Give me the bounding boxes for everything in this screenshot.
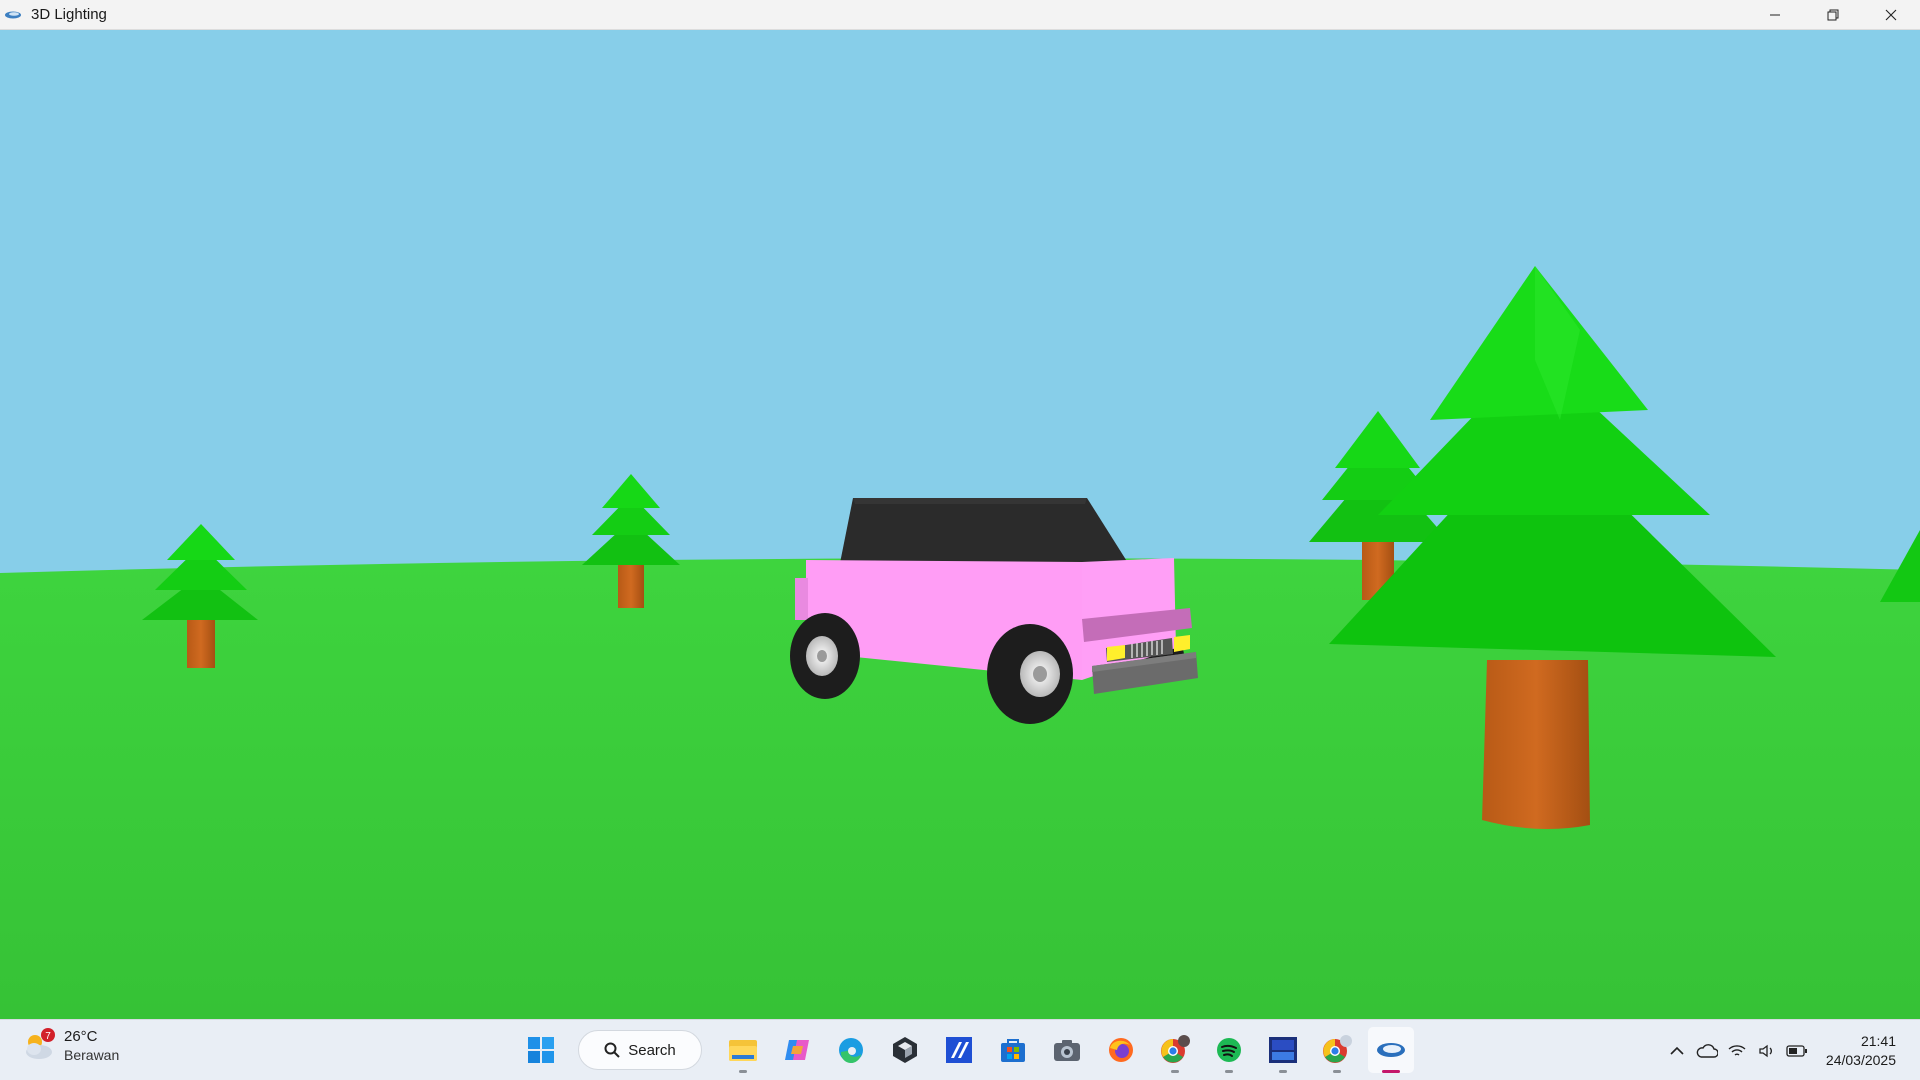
file-explorer-icon bbox=[729, 1040, 757, 1061]
firefox-icon bbox=[1109, 1038, 1133, 1062]
show-hidden-icons-button[interactable] bbox=[1664, 1038, 1690, 1064]
taskbar-devcpp[interactable] bbox=[1260, 1027, 1306, 1073]
taskbar-unity[interactable] bbox=[882, 1027, 928, 1073]
edge-icon bbox=[839, 1038, 863, 1064]
minimize-button[interactable] bbox=[1746, 0, 1804, 29]
search-label: Search bbox=[628, 1041, 676, 1059]
close-button[interactable] bbox=[1862, 0, 1920, 29]
taskbar-spotify[interactable] bbox=[1206, 1027, 1252, 1073]
taskbar-edge[interactable] bbox=[828, 1027, 874, 1073]
clock-time: 21:41 bbox=[1860, 1032, 1896, 1049]
taskbar-microsoft-store[interactable] bbox=[990, 1027, 1036, 1073]
taskbar-firefox[interactable] bbox=[1098, 1027, 1144, 1073]
restore-button[interactable] bbox=[1804, 0, 1862, 29]
chrome-profile-k-icon bbox=[1161, 1035, 1190, 1063]
weather-temperature: 26°C bbox=[64, 1028, 98, 1045]
taskbar-search[interactable]: Search bbox=[578, 1030, 702, 1070]
speaker-icon bbox=[1759, 1044, 1772, 1057]
copilot-icon bbox=[785, 1040, 809, 1060]
wifi-icon bbox=[1728, 1044, 1746, 1056]
taskbar-copilot[interactable] bbox=[774, 1027, 820, 1073]
window-title: 3D Lighting bbox=[31, 6, 107, 23]
taskbar-visual-studio[interactable] bbox=[936, 1027, 982, 1073]
scene-canvas bbox=[0, 30, 1920, 1019]
search-icon bbox=[604, 1042, 620, 1058]
opengl-app-icon bbox=[1377, 1043, 1405, 1057]
onedrive-button[interactable] bbox=[1694, 1038, 1720, 1064]
devcpp-icon bbox=[1269, 1037, 1297, 1063]
network-button[interactable] bbox=[1724, 1038, 1750, 1064]
taskbar-file-explorer[interactable] bbox=[720, 1027, 766, 1073]
taskbar: 7 26°C Berawan Search 21:41 24/03/2025 bbox=[0, 1019, 1920, 1080]
clock-date: 24/03/2025 bbox=[1825, 1051, 1896, 1068]
visual-studio-icon bbox=[946, 1037, 972, 1063]
camera-icon bbox=[1054, 1040, 1080, 1061]
taskbar-apps: Search bbox=[514, 1027, 1418, 1073]
chevron-up-icon bbox=[1670, 1046, 1684, 1055]
start-button[interactable] bbox=[518, 1027, 564, 1073]
clock[interactable]: 21:41 24/03/2025 bbox=[1826, 1032, 1896, 1070]
volume-button[interactable] bbox=[1754, 1038, 1780, 1064]
weather-badge: 7 bbox=[45, 1031, 51, 1042]
microsoft-store-icon bbox=[1001, 1039, 1025, 1062]
minimize-icon bbox=[1770, 14, 1780, 15]
unity-icon bbox=[893, 1037, 917, 1063]
app-icon bbox=[5, 11, 21, 18]
chrome-icon bbox=[1323, 1035, 1352, 1063]
cloud-icon bbox=[1696, 1043, 1718, 1058]
taskbar-chrome-profile[interactable] bbox=[1152, 1027, 1198, 1073]
title-bar: 3D Lighting bbox=[0, 0, 1920, 30]
close-icon bbox=[1885, 9, 1897, 20]
taskbar-opengl-app[interactable] bbox=[1368, 1027, 1414, 1073]
weather-condition: Berawan bbox=[64, 1047, 120, 1063]
battery-button[interactable] bbox=[1784, 1038, 1810, 1064]
system-tray: 21:41 24/03/2025 bbox=[1662, 1020, 1920, 1080]
opengl-viewport[interactable] bbox=[0, 30, 1920, 1019]
taskbar-chrome[interactable] bbox=[1314, 1027, 1360, 1073]
taskbar-camera[interactable] bbox=[1044, 1027, 1090, 1073]
windows-start-icon bbox=[528, 1037, 554, 1063]
restore-icon bbox=[1827, 9, 1839, 20]
battery-icon bbox=[1786, 1044, 1807, 1057]
spotify-icon bbox=[1217, 1038, 1241, 1062]
weather-widget[interactable]: 7 26°C Berawan bbox=[20, 1028, 119, 1064]
cloudy-weather-icon: 7 bbox=[26, 1028, 55, 1059]
